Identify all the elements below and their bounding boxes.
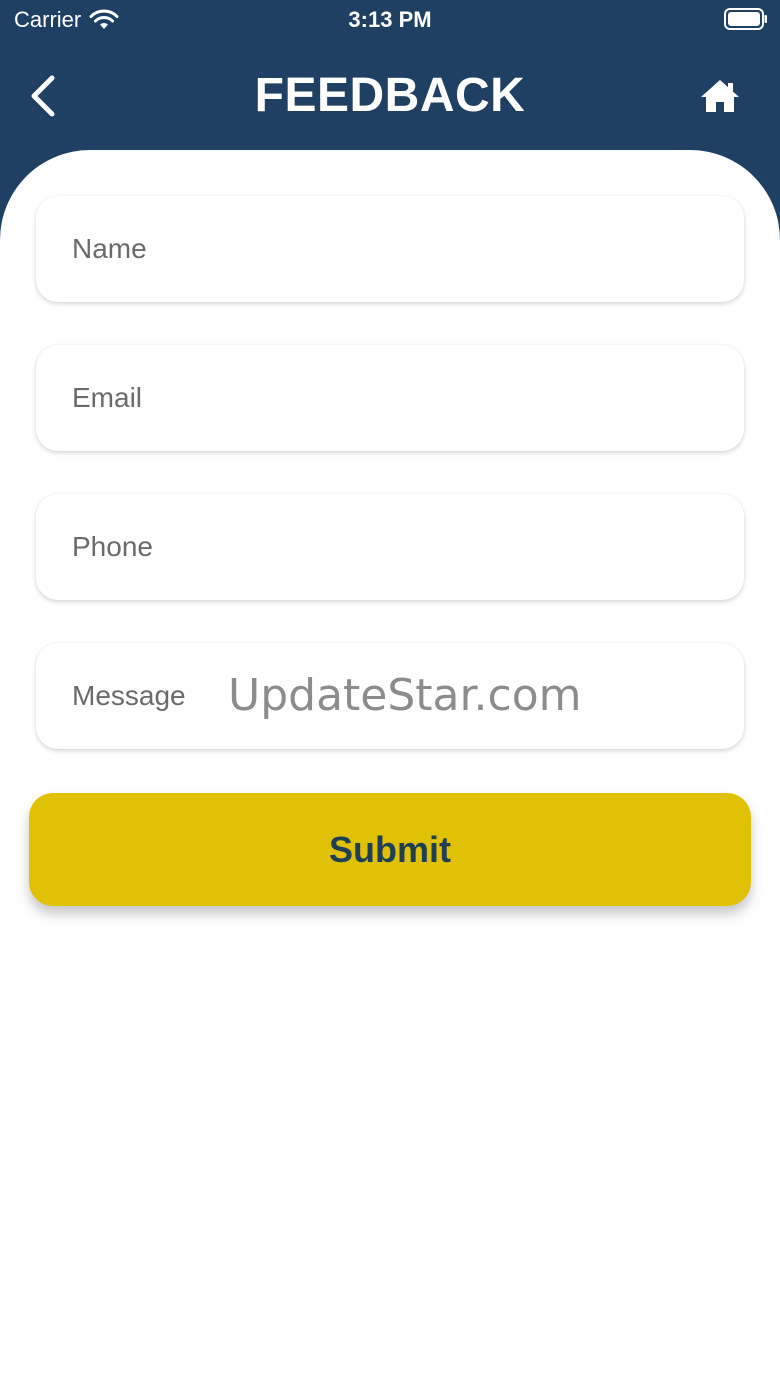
page-title: FEEDBACK — [254, 69, 526, 122]
phone-input[interactable] — [72, 531, 744, 563]
email-field[interactable] — [36, 345, 744, 451]
phone-field[interactable] — [36, 494, 744, 600]
home-button[interactable] — [698, 74, 742, 118]
status-time: 3:13 PM — [348, 7, 432, 32]
name-input[interactable] — [72, 233, 744, 265]
watermark-text: UpdateStar.com — [228, 670, 582, 721]
name-field[interactable] — [36, 196, 744, 302]
email-input[interactable] — [72, 382, 744, 414]
home-icon — [701, 80, 739, 112]
status-bar: Carrier 3:13 PM — [0, 0, 780, 40]
content-card — [0, 150, 780, 1387]
submit-button[interactable]: Submit — [29, 793, 751, 906]
battery-icon — [724, 8, 767, 30]
navigation-bar: FEEDBACK — [0, 60, 780, 132]
